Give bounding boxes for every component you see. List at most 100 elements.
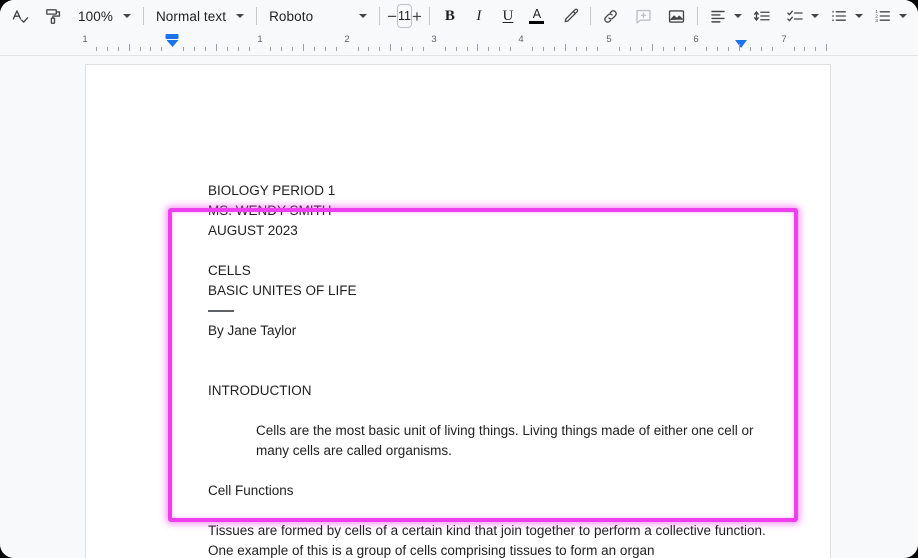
italic-button[interactable]: I [466,3,492,29]
ruler-tick [194,47,195,51]
font-size-input[interactable]: 11 [397,4,412,28]
paragraph-style-value: Normal text [155,8,227,24]
insert-image-icon[interactable] [664,3,690,29]
ruler-tick [576,47,577,51]
ruler-tick [804,47,805,51]
ruler-tick [270,47,271,51]
ruler-tick [565,44,566,51]
ruler-tick [412,47,413,51]
svg-text:3: 3 [875,18,878,24]
header-line-3: AUGUST 2023 [208,223,298,238]
bold-button[interactable]: B [437,3,463,29]
ruler-tick [150,47,151,51]
paint-format-icon[interactable] [40,3,66,29]
ruler-tick [249,47,250,51]
ruler-tick [750,47,751,51]
ruler-tick [477,44,478,51]
document-body[interactable]: BIOLOGY PERIOD 1 MS. WENDY SMITH AUGUST … [208,181,788,558]
ruler-tick [717,47,718,51]
zoom-value: 100% [78,8,113,24]
text-color-swatch [529,21,545,25]
header-line-2: MS. WENDY SMITH [208,203,332,218]
insert-link-icon[interactable] [598,3,624,29]
bulleted-list-icon[interactable] [826,3,852,29]
text-color-icon: A [529,8,545,25]
add-comment-icon[interactable] [631,3,657,29]
title-line-2: BASIC UNITES OF LIFE [208,283,357,298]
ruler-tick [641,47,642,51]
document-canvas[interactable]: BIOLOGY PERIOD 1 MS. WENDY SMITH AUGUST … [0,56,918,558]
checklist-icon[interactable] [782,3,808,29]
ruler-tick [445,47,446,51]
ruler-tick [336,47,337,51]
ruler-tick [532,47,533,51]
ruler-number: 3 [431,34,437,45]
ruler-tick [314,47,315,51]
ruler-tick [706,47,707,51]
chevron-down-icon [359,14,368,18]
chevron-down-icon[interactable] [810,14,819,18]
zoom-dropdown[interactable]: 100% [73,3,136,29]
highlight-pen-icon[interactable] [557,3,583,29]
ruler-tick [281,47,282,51]
ruler-tick [205,47,206,51]
align-left-icon[interactable] [705,3,731,29]
document-editor-window: 100% Normal text Roboto − 11 + B I U A 1… [0,0,918,558]
chevron-down-icon [236,14,245,18]
ruler-tick [456,47,457,51]
toolbar-divider [379,7,381,25]
toolbar-divider [142,7,144,25]
ruler-tick [815,47,816,51]
ruler-tick [183,47,184,51]
ruler-tick [118,47,119,51]
ruler-tick [488,47,489,51]
decrease-font-size-button[interactable]: − [387,8,397,25]
ruler-tick [368,47,369,51]
cell-functions-paragraph: Tissues are formed by cells of a certain… [208,523,766,558]
ruler-tick [216,44,217,51]
ruler-number: 1 [82,34,88,45]
line-spacing-icon[interactable] [749,3,775,29]
numbered-list-icon[interactable]: 1 2 3 [870,3,896,29]
ruler-tick [107,47,108,51]
ruler-number: 1 [257,34,263,45]
introduction-paragraph: Cells are the most basic unit of living … [256,423,754,458]
underline-button[interactable]: U [495,3,521,29]
ruler-tick [663,47,664,51]
increase-font-size-button[interactable]: + [412,8,422,25]
chevron-down-icon[interactable] [733,14,742,18]
toolbar-divider [589,7,591,25]
ruler-tick [303,44,304,51]
chevron-down-icon[interactable] [854,14,863,18]
toolbar-divider [428,7,430,25]
ruler-tick [227,47,228,51]
chevron-down-icon[interactable] [898,14,907,18]
spellcheck-icon[interactable] [7,3,33,29]
document-page[interactable]: BIOLOGY PERIOD 1 MS. WENDY SMITH AUGUST … [85,64,831,558]
ruler-tick [826,44,827,51]
font-family-dropdown[interactable]: Roboto [264,3,372,29]
ruler-tick [586,47,587,51]
ruler-tick [728,47,729,51]
left-indent-marker[interactable] [165,34,179,47]
ruler-tick [619,47,620,51]
more-options-icon[interactable] [914,3,918,29]
text-color-button[interactable]: A [524,3,550,29]
right-indent-marker[interactable] [735,40,747,48]
ruler-tick [238,47,239,51]
paragraph-style-dropdown[interactable]: Normal text [151,3,249,29]
ruler-tick [292,47,293,51]
ruler[interactable]: 1 1 2 3 4 5 6 7 [0,32,918,56]
ruler-number: 7 [781,34,787,45]
byline: By Jane Taylor [208,323,297,338]
ruler-tick [390,44,391,51]
ruler-tick [401,47,402,51]
ruler-tick [96,47,97,51]
ruler-tick [140,47,141,51]
